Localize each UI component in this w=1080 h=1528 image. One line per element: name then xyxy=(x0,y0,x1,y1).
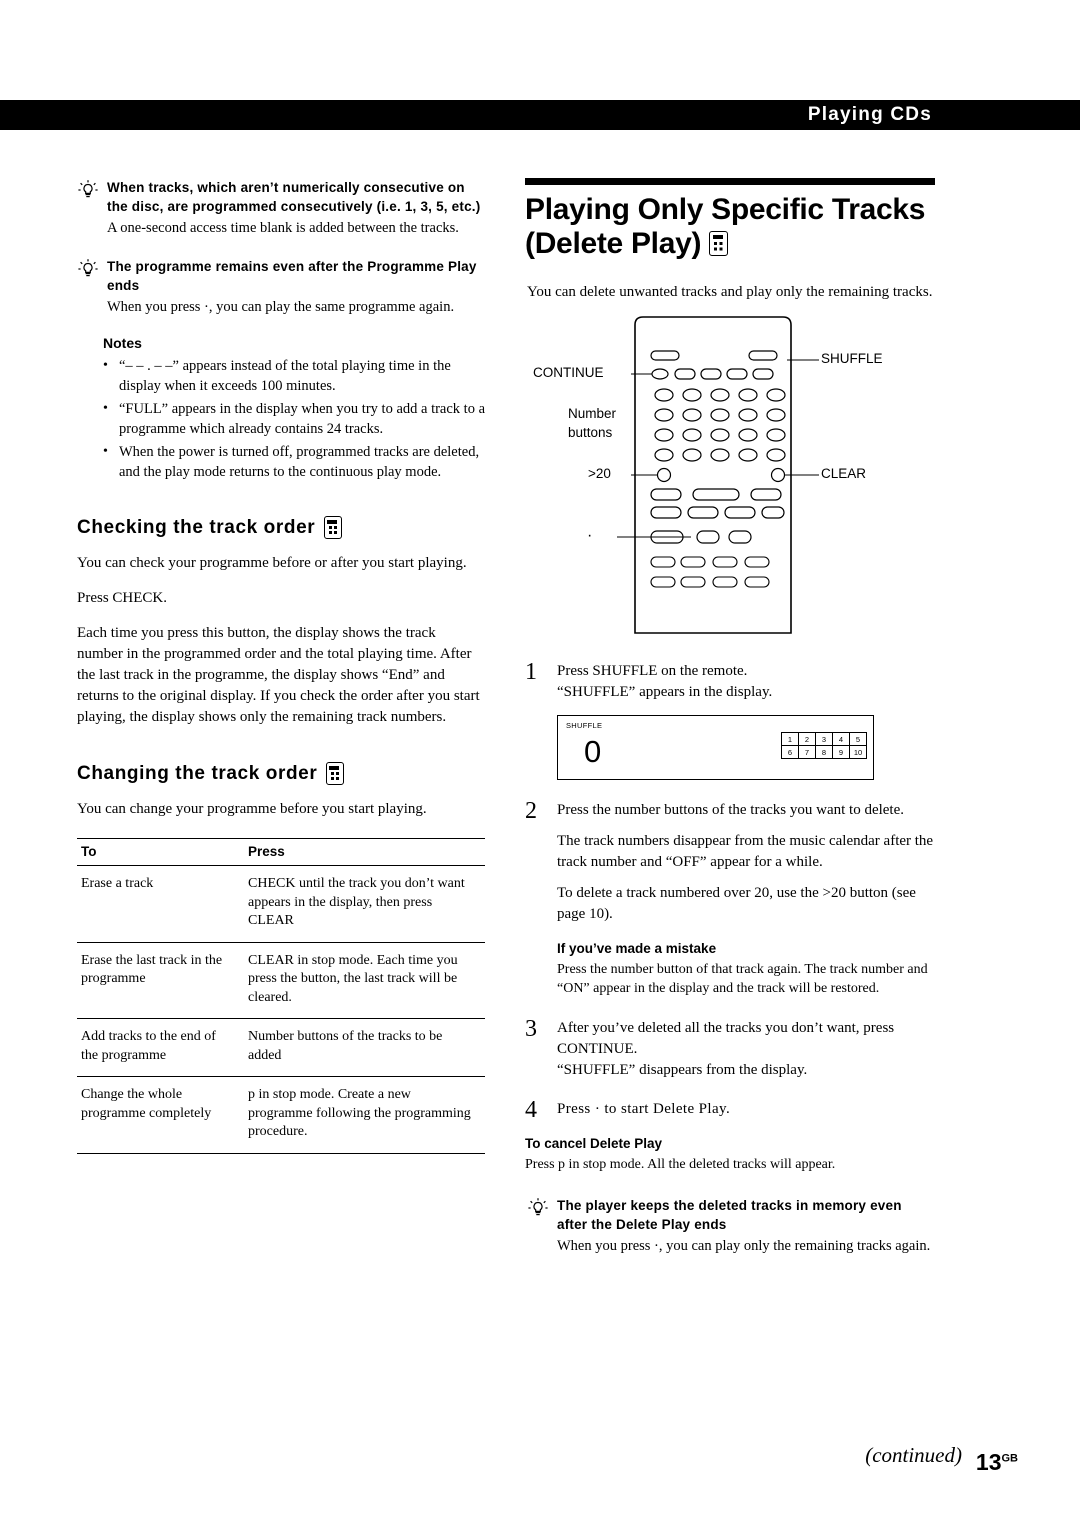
tip-title: The player keeps the deleted tracks in m… xyxy=(557,1198,902,1232)
step-text: Press SHUFFLE on the remote. “SHUFFLE” a… xyxy=(557,663,773,700)
lightbulb-icon xyxy=(527,1197,549,1219)
step-number: 4 xyxy=(525,1097,537,1123)
remote-control-icon xyxy=(324,516,343,539)
tip-block-memory: The player keeps the deleted tracks in m… xyxy=(525,1196,935,1257)
page-title-line2: (Delete Play) xyxy=(525,227,702,260)
page-number-suffix: GB xyxy=(1001,1452,1019,1465)
section-heading-label: Changing the track order xyxy=(77,762,318,784)
paragraph: Each time you press this button, the dis… xyxy=(77,625,480,725)
calendar-row: 6 7 8 9 10 xyxy=(781,745,867,759)
display-panel-graphic: SHUFFLE 0 1 2 3 4 5 6 7 8 9 10 xyxy=(557,715,874,780)
table-row: Erase a track CHECK until the track you … xyxy=(77,865,485,943)
diagram-label-play: · xyxy=(587,527,593,544)
column-header-to: To xyxy=(77,838,244,866)
continued-note: (continued) xyxy=(865,1443,962,1467)
tip-body: When you press ·, you can play only the … xyxy=(557,1238,931,1254)
remote-control-icon xyxy=(709,231,729,256)
tip-title: When tracks, which aren’t numerically co… xyxy=(107,180,481,214)
step-1: 1 Press SHUFFLE on the remote. “SHUFFLE”… xyxy=(525,659,935,703)
lightbulb-icon xyxy=(77,179,99,201)
step-3: 3 After you’ve deleted all the tracks yo… xyxy=(525,1016,935,1081)
calendar-cell: 10 xyxy=(849,745,867,759)
table-row: Add tracks to the end of the programme N… xyxy=(77,1018,485,1077)
diagram-label-clear: CLEAR xyxy=(821,466,867,481)
list-item: When the power is turned off, programmed… xyxy=(103,442,485,482)
right-column: Playing Only Specific Tracks (Delete Pla… xyxy=(525,178,935,1275)
step-number: 2 xyxy=(525,798,537,824)
calendar-cell: 7 xyxy=(798,745,816,759)
section-heading-checking-track-order: Checking the track order xyxy=(77,516,485,539)
list-item: “– – . – –” appears instead of the total… xyxy=(103,356,485,396)
page-number-value: 13 xyxy=(975,1449,1002,1475)
page-title-line1: Playing Only Specific Tracks xyxy=(525,193,926,226)
table-cell-press: p in stop mode. Create a new programme f… xyxy=(244,1076,485,1154)
tip-body: When you press ·, you can play the same … xyxy=(107,298,455,315)
paragraph: Press CHECK. xyxy=(77,590,168,606)
calendar-cell: 8 xyxy=(815,745,833,759)
table-row: Change the whole programme completely p … xyxy=(77,1076,485,1154)
tip-title: The programme remains even after the Pro… xyxy=(107,258,477,293)
step-2: 2 Press the number buttons of the tracks… xyxy=(525,798,935,925)
subheading-mistake: If you’ve made a mistake xyxy=(557,941,717,956)
paragraph: You can change your programme before you… xyxy=(77,801,427,817)
table-cell-to: Erase a track xyxy=(77,865,244,943)
step-number: 3 xyxy=(525,1016,537,1042)
remote-control-icon xyxy=(326,762,345,785)
subheading-cancel-delete-play: To cancel Delete Play xyxy=(525,1136,663,1151)
step-text: Press the number buttons of the tracks y… xyxy=(557,802,905,818)
section-heading-changing-track-order: Changing the track order xyxy=(77,762,485,785)
table-cell-press: CHECK until the track you don’t want app… xyxy=(244,865,485,943)
calendar-cell: 2 xyxy=(798,732,816,746)
subheading-cancel-body: Press p in stop mode. All the deleted tr… xyxy=(525,1157,836,1172)
notes-list: “– – . – –” appears instead of the total… xyxy=(103,356,485,482)
diagram-label-shuffle: SHUFFLE xyxy=(821,351,883,366)
tip-block-programme-remains: The programme remains even after the Pro… xyxy=(75,257,485,318)
step-text: To delete a track numbered over 20, use … xyxy=(557,885,916,922)
intro-paragraph: You can delete unwanted tracks and play … xyxy=(527,284,933,300)
calendar-row: 1 2 3 4 5 xyxy=(781,732,867,746)
display-digit: 0 xyxy=(584,734,602,769)
calendar-cell: 9 xyxy=(832,745,850,759)
step-text: After you’ve deleted all the tracks you … xyxy=(557,1020,895,1078)
title-rule xyxy=(525,178,935,185)
track-order-table: To Press Erase a track CHECK until the t… xyxy=(77,838,485,1154)
calendar-cell: 4 xyxy=(832,732,850,746)
paragraph: You can check your programme before or a… xyxy=(77,555,467,571)
calendar-cell: 1 xyxy=(781,732,799,746)
page-number: 13GB xyxy=(976,1449,1018,1476)
diagram-label-over-20: >20 xyxy=(588,466,611,481)
table-cell-press: Number buttons of the tracks to be added xyxy=(244,1018,485,1077)
table-cell-to: Change the whole programme completely xyxy=(77,1076,244,1154)
tip-block-consecutive: When tracks, which aren’t numerically co… xyxy=(75,178,485,239)
diagram-label-number-buttons-line2: buttons xyxy=(568,425,613,440)
subheading-mistake-body: Press the number button of that track ag… xyxy=(557,962,928,996)
list-item: “FULL” appears in the display when you t… xyxy=(103,399,485,439)
calendar-cell: 6 xyxy=(781,745,799,759)
section-heading-label: Checking the track order xyxy=(77,516,316,538)
step-text: Press · to start Delete Play. xyxy=(557,1101,731,1117)
calendar-cell: 5 xyxy=(849,732,867,746)
page: Playing CDs When tracks, which aren’t nu… xyxy=(0,0,1080,1528)
page-title: Playing Only Specific Tracks (Delete Pla… xyxy=(525,193,935,264)
lightbulb-icon xyxy=(77,258,99,280)
table-row: Erase the last track in the programme CL… xyxy=(77,942,485,1019)
step-text: The track numbers disappear from the mus… xyxy=(557,833,934,870)
table-cell-to: Erase the last track in the programme xyxy=(77,942,244,1019)
calendar-cell: 3 xyxy=(815,732,833,746)
step-number: 1 xyxy=(525,659,537,685)
diagram-label-continue: CONTINUE xyxy=(533,365,604,380)
table-header-row: To Press xyxy=(77,838,485,866)
notes-heading: Notes xyxy=(103,335,142,351)
page-header-title: Playing CDs xyxy=(807,104,932,125)
music-calendar: 1 2 3 4 5 6 7 8 9 10 xyxy=(781,732,867,759)
remote-control-diagram: CONTINUE Number buttons >20 · SHUFFLE CL… xyxy=(525,315,935,645)
tip-body: A one-second access time blank is added … xyxy=(107,220,459,236)
diagram-label-number-buttons-line1: Number xyxy=(568,406,617,421)
table-cell-press: CLEAR in stop mode. Each time you press … xyxy=(244,942,485,1019)
step-4: 4 Press · to start Delete Play. xyxy=(525,1097,935,1123)
display-shuffle-indicator: SHUFFLE xyxy=(566,721,603,730)
left-column: When tracks, which aren’t numerically co… xyxy=(75,178,485,1154)
table-cell-to: Add tracks to the end of the programme xyxy=(77,1018,244,1077)
column-header-press: Press xyxy=(244,838,485,866)
